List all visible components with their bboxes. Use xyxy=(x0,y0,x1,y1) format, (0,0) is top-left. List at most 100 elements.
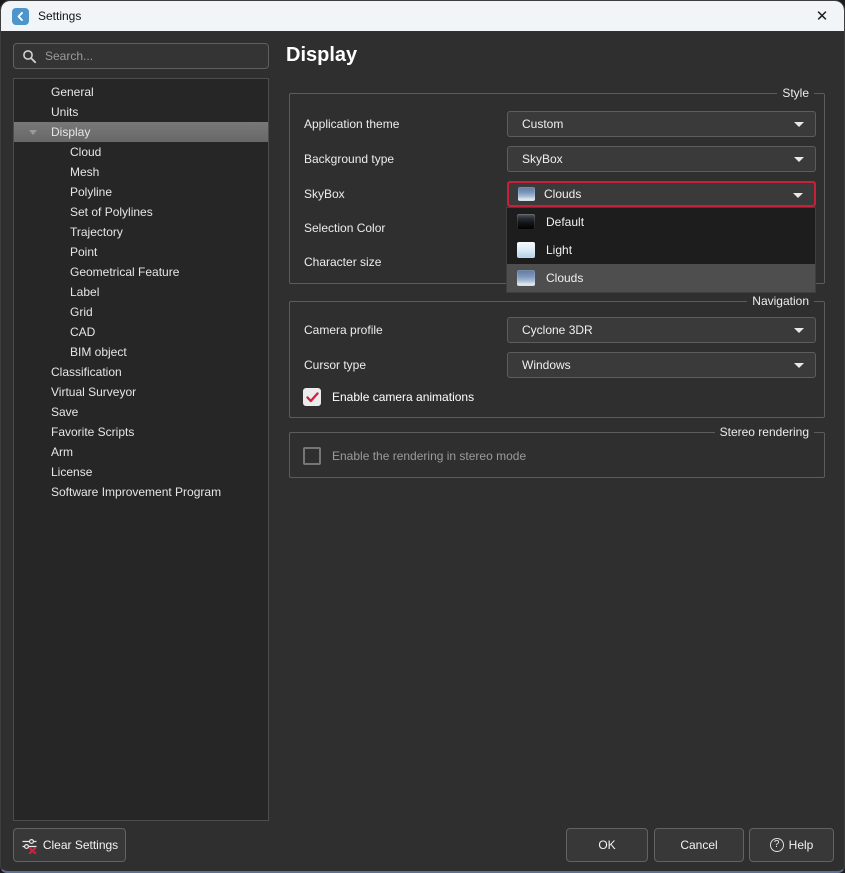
tree-item-label: Units xyxy=(51,105,78,119)
sidebar-item-cad[interactable]: CAD xyxy=(14,322,268,342)
chevron-down-icon xyxy=(794,328,804,333)
background-type-select[interactable]: SkyBox xyxy=(507,146,816,172)
chevron-down-icon xyxy=(794,122,804,127)
clear-settings-icon xyxy=(21,837,38,854)
tree-item-label: Cloud xyxy=(70,145,101,159)
sidebar-item-favorite-scripts[interactable]: Favorite Scripts xyxy=(14,422,268,442)
sidebar-item-geometrical-feature[interactable]: Geometrical Feature xyxy=(14,262,268,282)
stereo-mode-label: Enable the rendering in stereo mode xyxy=(332,449,526,463)
help-label: Help xyxy=(789,838,814,852)
close-icon[interactable]: ✕ xyxy=(811,5,833,27)
sidebar-item-software-improvement-program[interactable]: Software Improvement Program xyxy=(14,482,268,502)
background-type-label: Background type xyxy=(304,146,394,172)
tree-item-label: Display xyxy=(51,125,90,139)
skybox-value: Clouds xyxy=(544,187,581,201)
sidebar-item-arm[interactable]: Arm xyxy=(14,442,268,462)
stereo-group-label: Stereo rendering xyxy=(715,425,814,440)
sidebar-item-point[interactable]: Point xyxy=(14,242,268,262)
page-title: Display xyxy=(286,44,357,67)
tree-item-label: Trajectory xyxy=(70,225,123,239)
sidebar-item-mesh[interactable]: Mesh xyxy=(14,162,268,182)
cursor-type-label: Cursor type xyxy=(304,352,366,378)
style-group-label: Style xyxy=(777,86,814,101)
chevron-down-icon xyxy=(794,363,804,368)
tree-item-label: General xyxy=(51,85,94,99)
sidebar-item-save[interactable]: Save xyxy=(14,402,268,422)
checkmark-icon xyxy=(306,392,319,403)
settings-window: Settings ✕ General Units Display Cloud M… xyxy=(0,0,845,873)
help-button[interactable]: ? Help xyxy=(749,828,834,862)
tree-item-label: Virtual Surveyor xyxy=(51,385,136,399)
sidebar-item-display[interactable]: Display xyxy=(14,122,268,142)
popup-item-label: Light xyxy=(546,243,572,257)
popup-item-label: Clouds xyxy=(546,271,583,285)
sidebar-item-set-of-polylines[interactable]: Set of Polylines xyxy=(14,202,268,222)
tree-item-label: Save xyxy=(51,405,78,419)
clear-settings-label: Clear Settings xyxy=(43,838,118,852)
ok-label: OK xyxy=(598,838,615,852)
sidebar-item-bim-object[interactable]: BIM object xyxy=(14,342,268,362)
stereo-mode-row: Enable the rendering in stereo mode xyxy=(303,446,526,466)
character-size-label: Character size xyxy=(304,249,381,275)
sidebar-item-classification[interactable]: Classification xyxy=(14,362,268,382)
titlebar: Settings ✕ xyxy=(1,1,844,31)
tree-item-label: Polyline xyxy=(70,185,112,199)
tree-item-label: Set of Polylines xyxy=(70,205,153,219)
search-box[interactable] xyxy=(13,43,269,69)
tree-item-label: Software Improvement Program xyxy=(51,485,221,499)
tree-item-label: Label xyxy=(70,285,99,299)
tree-item-label: Arm xyxy=(51,445,73,459)
application-theme-label: Application theme xyxy=(304,111,399,137)
chevron-down-icon[interactable] xyxy=(29,130,37,135)
tree-item-label: Favorite Scripts xyxy=(51,425,134,439)
skybox-default-icon xyxy=(517,214,535,230)
skybox-clouds-icon xyxy=(517,270,535,286)
sidebar-item-grid[interactable]: Grid xyxy=(14,302,268,322)
app-logo-icon xyxy=(12,8,29,25)
stereo-mode-checkbox xyxy=(303,447,321,465)
skybox-select[interactable]: Clouds xyxy=(507,181,816,207)
tree-item-label: Classification xyxy=(51,365,122,379)
ok-button[interactable]: OK xyxy=(566,828,648,862)
camera-animations-label: Enable camera animations xyxy=(332,390,474,404)
cancel-button[interactable]: Cancel xyxy=(654,828,744,862)
tree-item-label: Grid xyxy=(70,305,93,319)
camera-animations-row: Enable camera animations xyxy=(303,387,474,407)
background-type-value: SkyBox xyxy=(522,152,563,166)
stereo-group: Stereo rendering Enable the rendering in… xyxy=(289,432,825,478)
camera-animations-checkbox[interactable] xyxy=(303,388,321,406)
application-theme-value: Custom xyxy=(522,117,563,131)
cursor-type-select[interactable]: Windows xyxy=(507,352,816,378)
navigation-group: Navigation Camera profile Cyclone 3DR Cu… xyxy=(289,301,825,418)
search-icon xyxy=(22,49,37,64)
skybox-label: SkyBox xyxy=(304,181,345,207)
question-icon: ? xyxy=(770,838,784,852)
skybox-light-icon xyxy=(517,242,535,258)
chevron-down-icon xyxy=(794,157,804,162)
tree-item-label: Mesh xyxy=(70,165,99,179)
skybox-option-light[interactable]: Light xyxy=(507,236,815,264)
clear-settings-button[interactable]: Clear Settings xyxy=(13,828,126,862)
camera-profile-select[interactable]: Cyclone 3DR xyxy=(507,317,816,343)
tree-item-label: Geometrical Feature xyxy=(70,265,179,279)
sidebar-item-license[interactable]: License xyxy=(14,462,268,482)
popup-item-label: Default xyxy=(546,215,584,229)
sidebar-item-label[interactable]: Label xyxy=(14,282,268,302)
search-input[interactable] xyxy=(45,49,260,63)
chevron-down-icon xyxy=(793,193,803,198)
tree-item-label: License xyxy=(51,465,92,479)
sidebar-item-trajectory[interactable]: Trajectory xyxy=(14,222,268,242)
sidebar-item-cloud[interactable]: Cloud xyxy=(14,142,268,162)
application-theme-select[interactable]: Custom xyxy=(507,111,816,137)
skybox-option-clouds[interactable]: Clouds xyxy=(507,264,815,292)
sidebar-item-virtual-surveyor[interactable]: Virtual Surveyor xyxy=(14,382,268,402)
settings-tree: General Units Display Cloud Mesh Polylin… xyxy=(13,78,269,821)
sidebar-item-polyline[interactable]: Polyline xyxy=(14,182,268,202)
sidebar-item-units[interactable]: Units xyxy=(14,102,268,122)
skybox-clouds-icon xyxy=(518,187,535,201)
skybox-option-default[interactable]: Default xyxy=(507,208,815,236)
sidebar-item-general[interactable]: General xyxy=(14,82,268,102)
cancel-label: Cancel xyxy=(680,838,717,852)
navigation-group-label: Navigation xyxy=(747,294,814,309)
camera-profile-value: Cyclone 3DR xyxy=(522,323,593,337)
